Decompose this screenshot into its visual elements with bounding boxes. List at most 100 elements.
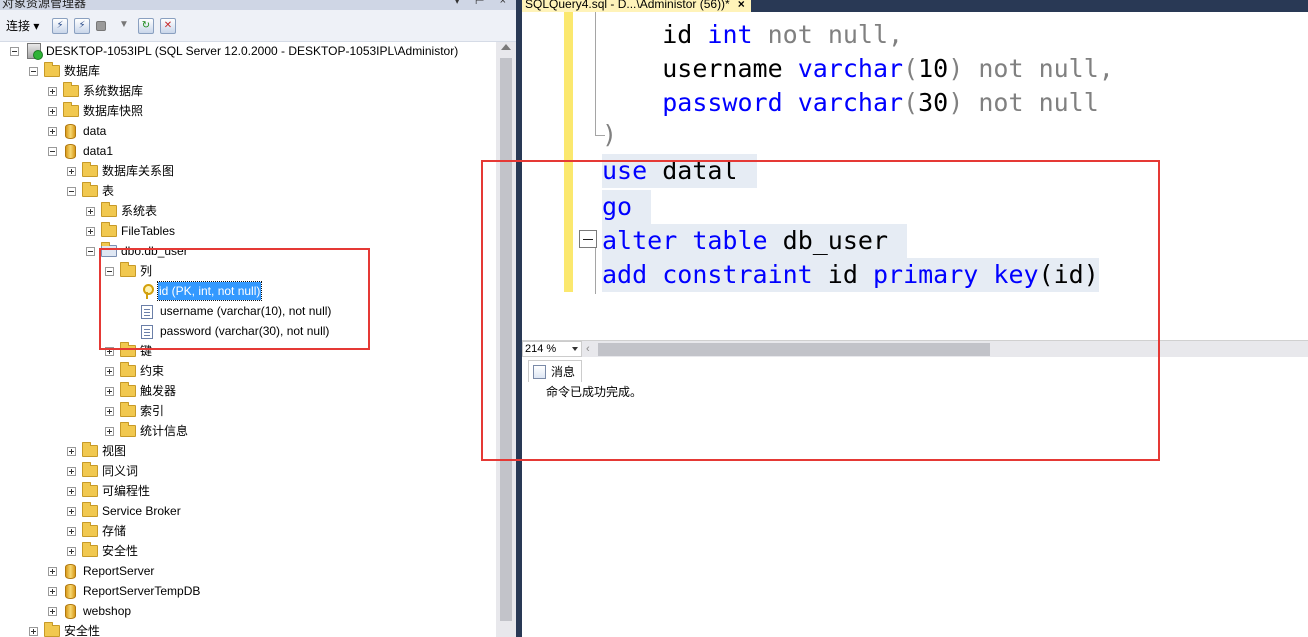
expand-icon[interactable] xyxy=(86,207,95,216)
code-line-1: id int not null, xyxy=(662,20,904,49)
object-explorer-tree[interactable]: DESKTOP-1053IPL (SQL Server 12.0.2000 - … xyxy=(0,42,496,637)
expand-icon[interactable] xyxy=(67,447,76,456)
object-explorer-toolbar: 连接 ▾ ⚡ ⚡ ▼ ↻ ✕ xyxy=(0,10,516,42)
folder-icon xyxy=(82,442,98,457)
code-line-5: use datal xyxy=(602,154,757,188)
collapse-region-icon[interactable] xyxy=(579,230,597,248)
expand-icon[interactable] xyxy=(105,407,114,416)
database-icon xyxy=(65,564,76,579)
folder-icon xyxy=(120,342,136,357)
code-line-8: add constraint id primary key(id) xyxy=(602,258,1099,292)
code-line-4: ) xyxy=(602,120,618,149)
folder-icon xyxy=(82,482,98,497)
panel-pin-icons[interactable]: ▾ ⊢ × xyxy=(454,0,512,7)
close-icon[interactable]: × xyxy=(738,0,745,11)
expand-icon[interactable] xyxy=(67,167,76,176)
query-editor[interactable]: id int not null, username varchar(10) no… xyxy=(522,12,1308,340)
zoom-value: 214 % xyxy=(525,343,557,355)
collapse-icon[interactable] xyxy=(67,187,76,196)
database-icon xyxy=(65,144,76,159)
expand-icon[interactable] xyxy=(67,487,76,496)
expand-icon[interactable] xyxy=(105,427,114,436)
collapse-icon[interactable] xyxy=(48,147,57,156)
tab-sqlquery4[interactable]: SQLQuery4.sql - D...\Administor (56))* × xyxy=(522,0,751,12)
scroll-left-icon[interactable]: ‹ xyxy=(586,343,590,355)
folder-icon xyxy=(120,382,136,397)
database-icon xyxy=(65,584,76,599)
collapse-icon[interactable] xyxy=(10,47,19,56)
chevron-down-icon[interactable] xyxy=(572,347,578,351)
collapse-icon[interactable] xyxy=(105,267,114,276)
connect-icon[interactable]: ⚡ xyxy=(52,18,68,34)
folder-icon xyxy=(101,222,117,237)
object-explorer-vertical-scrollbar[interactable] xyxy=(496,42,516,637)
expand-icon[interactable] xyxy=(48,587,57,596)
folder-icon xyxy=(44,622,60,637)
expand-icon[interactable] xyxy=(105,387,114,396)
object-explorer-title-bar: 对象资源管理器 ▾ ⊢ × xyxy=(0,0,516,10)
folder-icon xyxy=(120,402,136,417)
stop-icon[interactable] xyxy=(96,21,106,31)
filter-icon[interactable]: ▼ xyxy=(116,18,132,34)
expand-icon[interactable] xyxy=(105,347,114,356)
folder-icon xyxy=(120,422,136,437)
expand-icon[interactable] xyxy=(48,127,57,136)
expand-icon[interactable] xyxy=(67,547,76,556)
object-explorer-title: 对象资源管理器 xyxy=(2,0,87,10)
tab-messages[interactable]: 消息 xyxy=(528,360,583,382)
column-icon xyxy=(141,305,153,319)
expand-icon[interactable] xyxy=(67,507,76,516)
database-icon xyxy=(65,604,76,619)
tree-node-server[interactable]: DESKTOP-1053IPL (SQL Server 12.0.2000 - … xyxy=(10,42,490,62)
object-explorer-panel: 对象资源管理器 ▾ ⊢ × 连接 ▾ ⚡ ⚡ ▼ ↻ ✕ DESKTOP-105… xyxy=(0,0,516,637)
expand-icon[interactable] xyxy=(86,227,95,236)
database-icon xyxy=(65,124,76,139)
disconnect-icon[interactable]: ⚡ xyxy=(74,18,90,34)
connect-button[interactable]: 连接 ▾ xyxy=(6,17,39,35)
expand-icon[interactable] xyxy=(67,467,76,476)
code-line-7: alter table db_user xyxy=(602,224,908,258)
scrollbar-thumb[interactable] xyxy=(598,343,990,356)
messages-icon xyxy=(533,365,546,379)
document-tab-strip: SQLQuery4.sql - D...\Administor (56))* × xyxy=(522,0,1308,12)
messages-tab-label: 消息 xyxy=(551,365,576,379)
scroll-up-icon[interactable] xyxy=(501,44,511,50)
scrollbar-thumb[interactable] xyxy=(500,58,512,621)
code-line-2: username varchar(10) not null, xyxy=(662,54,1114,83)
folder-icon xyxy=(120,262,136,277)
change-tracking-bar xyxy=(564,12,573,292)
selected-column-label: id (PK, int, not null) xyxy=(156,281,263,301)
results-pane: 消息 命令已成功完成。 xyxy=(522,357,1308,637)
zoom-select[interactable]: 214 % xyxy=(522,341,582,357)
folder-icon xyxy=(120,362,136,377)
expand-icon[interactable] xyxy=(105,367,114,376)
code-line-6: go xyxy=(602,190,652,224)
editor-horizontal-scrollbar[interactable]: 214 % ‹ xyxy=(522,340,1308,357)
expand-icon[interactable] xyxy=(48,107,57,116)
folder-icon xyxy=(82,462,98,477)
outline-guide xyxy=(595,12,596,122)
collapse-icon[interactable] xyxy=(86,247,95,256)
expand-icon[interactable] xyxy=(29,627,38,636)
tab-title: SQLQuery4.sql - D...\Administor (56))* xyxy=(525,0,730,11)
refresh-icon[interactable]: ↻ xyxy=(138,18,154,34)
folder-icon xyxy=(82,522,98,537)
folder-icon xyxy=(63,102,79,117)
table-icon xyxy=(101,242,117,257)
expand-icon[interactable] xyxy=(48,87,57,96)
outline-guide xyxy=(595,248,596,294)
collapse-icon[interactable] xyxy=(29,67,38,76)
folder-icon xyxy=(82,542,98,557)
folder-icon xyxy=(82,502,98,517)
expand-icon[interactable] xyxy=(48,567,57,576)
column-icon xyxy=(141,325,153,339)
folder-icon xyxy=(82,162,98,177)
result-message: 命令已成功完成。 xyxy=(546,385,643,399)
folder-icon xyxy=(44,62,60,77)
summary-icon[interactable]: ✕ xyxy=(160,18,176,34)
expand-icon[interactable] xyxy=(67,527,76,536)
server-icon xyxy=(27,43,43,60)
expand-icon[interactable] xyxy=(48,607,57,616)
folder-icon xyxy=(63,82,79,97)
primary-key-icon xyxy=(140,283,154,299)
